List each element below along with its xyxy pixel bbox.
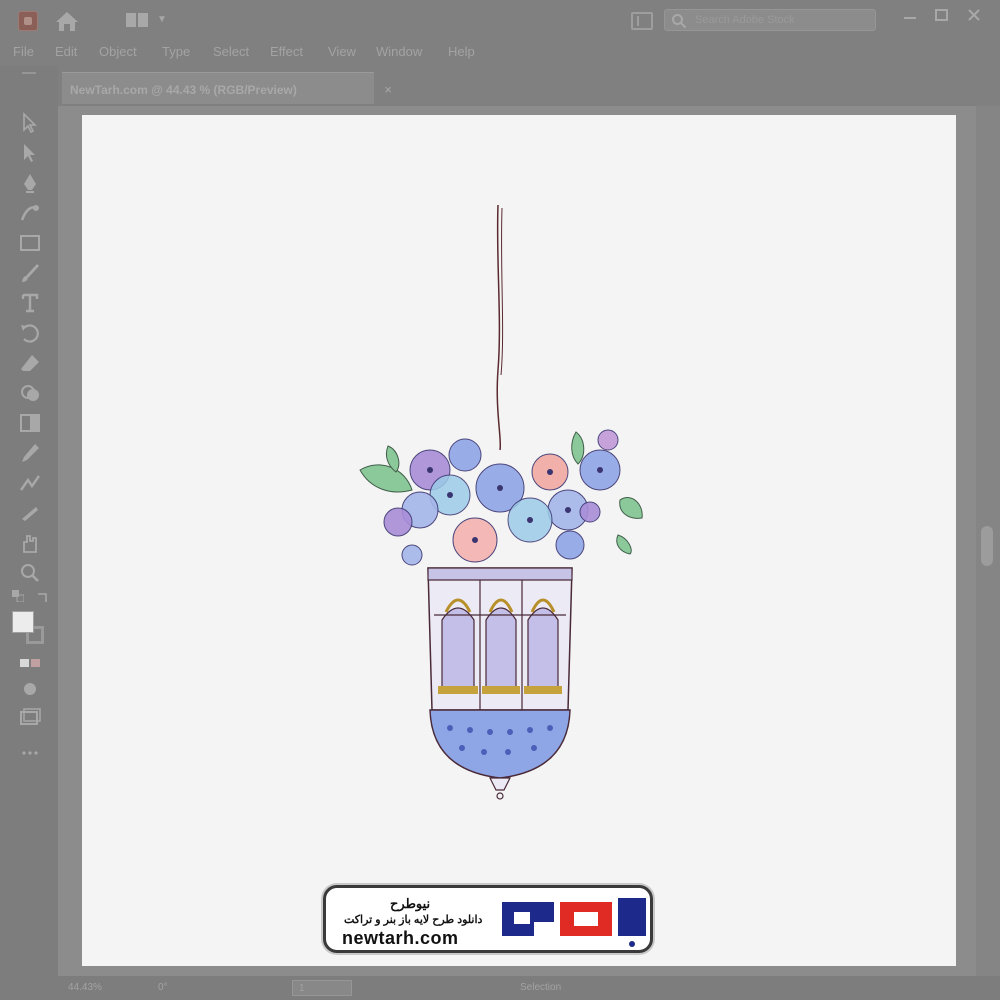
default-colors-icon[interactable] [12, 590, 24, 602]
status-bar: 44.43% 0° 1 Selection [58, 976, 1000, 1000]
menu-bar: File Edit Object Type Select Effect View… [0, 40, 1000, 66]
restore-icon[interactable] [930, 6, 954, 26]
illustrator-logo-icon [18, 11, 38, 31]
watermark-title: نیوطرح [390, 896, 431, 911]
menu-view[interactable]: View [328, 44, 356, 59]
pen-tool-icon[interactable] [18, 172, 42, 194]
current-tool-label: Selection [520, 982, 562, 993]
draw-mode-icon[interactable] [18, 678, 42, 700]
workspace-switcher-icon[interactable] [124, 11, 150, 29]
menu-select[interactable]: Select [213, 44, 249, 59]
menu-type[interactable]: Type [162, 44, 190, 59]
hand-tool-icon[interactable] [18, 532, 42, 554]
document-tab-bar: NewTarh.com @ 44.43 % (RGB/Preview) × [58, 66, 1000, 106]
direct-selection-tool-icon[interactable] [18, 142, 42, 164]
menu-effect[interactable]: Effect [270, 44, 303, 59]
menu-edit[interactable]: Edit [55, 44, 77, 59]
watermark-url: newtarh.com [342, 928, 459, 948]
watermark-subtitle: دانلود طرح لایه باز بنر و تراکت [344, 914, 483, 926]
lantern-illustration[interactable] [350, 200, 650, 800]
zoom-tool-icon[interactable] [18, 562, 42, 584]
selection-tool-icon[interactable] [18, 112, 42, 134]
vertical-scrollbar[interactable] [976, 106, 1000, 976]
search-placeholder: Search Adobe Stock [695, 14, 795, 26]
shape-builder-tool-icon[interactable] [18, 382, 42, 404]
tools-panel [0, 66, 58, 1000]
scrollbar-thumb[interactable] [981, 526, 993, 566]
artboard-navigator[interactable]: 1 [292, 980, 352, 996]
search-input[interactable]: Search Adobe Stock [664, 9, 876, 31]
close-window-icon[interactable] [962, 6, 986, 26]
document-tab[interactable]: NewTarh.com @ 44.43 % (RGB/Preview) × [62, 72, 392, 104]
eraser-tool-icon[interactable] [18, 352, 42, 374]
artboard-number: 1 [299, 983, 305, 994]
curvature-tool-icon[interactable] [18, 202, 42, 224]
menu-help[interactable]: Help [448, 44, 475, 59]
panel-grip[interactable] [22, 72, 36, 74]
minimize-icon[interactable] [898, 6, 922, 26]
menu-file[interactable]: File [13, 44, 34, 59]
color-mode-icon[interactable] [18, 652, 42, 674]
rotate-tool-icon[interactable] [18, 322, 42, 344]
menu-window[interactable]: Window [376, 44, 422, 59]
newtarh-logo-icon [502, 898, 646, 947]
rotation-value[interactable]: 0° [158, 982, 168, 993]
chevron-down-icon[interactable]: ▼ [157, 14, 167, 25]
document-tab-title: NewTarh.com @ 44.43 % (RGB/Preview) [70, 83, 297, 97]
paintbrush-tool-icon[interactable] [18, 262, 42, 284]
swap-colors-icon[interactable] [36, 590, 50, 604]
menu-object[interactable]: Object [99, 44, 137, 59]
blend-tool-icon[interactable] [18, 472, 42, 494]
home-icon[interactable] [54, 9, 80, 33]
eyedropper-tool-icon[interactable] [18, 442, 42, 464]
fill-color-swatch[interactable] [12, 611, 34, 633]
watermark-badge: نیوطرح دانلود طرح لایه باز بنر و تراکت n… [323, 885, 653, 953]
screen-mode-icon[interactable] [18, 706, 42, 728]
more-tools-icon[interactable] [18, 742, 42, 764]
close-tab-icon[interactable]: × [384, 82, 392, 97]
zoom-level[interactable]: 44.43% [68, 982, 102, 993]
width-tool-icon[interactable] [18, 502, 42, 524]
title-bar: ▼ Search Adobe Stock [0, 0, 1000, 40]
search-icon [672, 14, 687, 29]
gradient-tool-icon[interactable] [18, 412, 42, 434]
type-tool-icon[interactable] [18, 292, 42, 314]
rectangle-tool-icon[interactable] [18, 232, 42, 254]
arrange-documents-icon[interactable] [631, 12, 653, 30]
